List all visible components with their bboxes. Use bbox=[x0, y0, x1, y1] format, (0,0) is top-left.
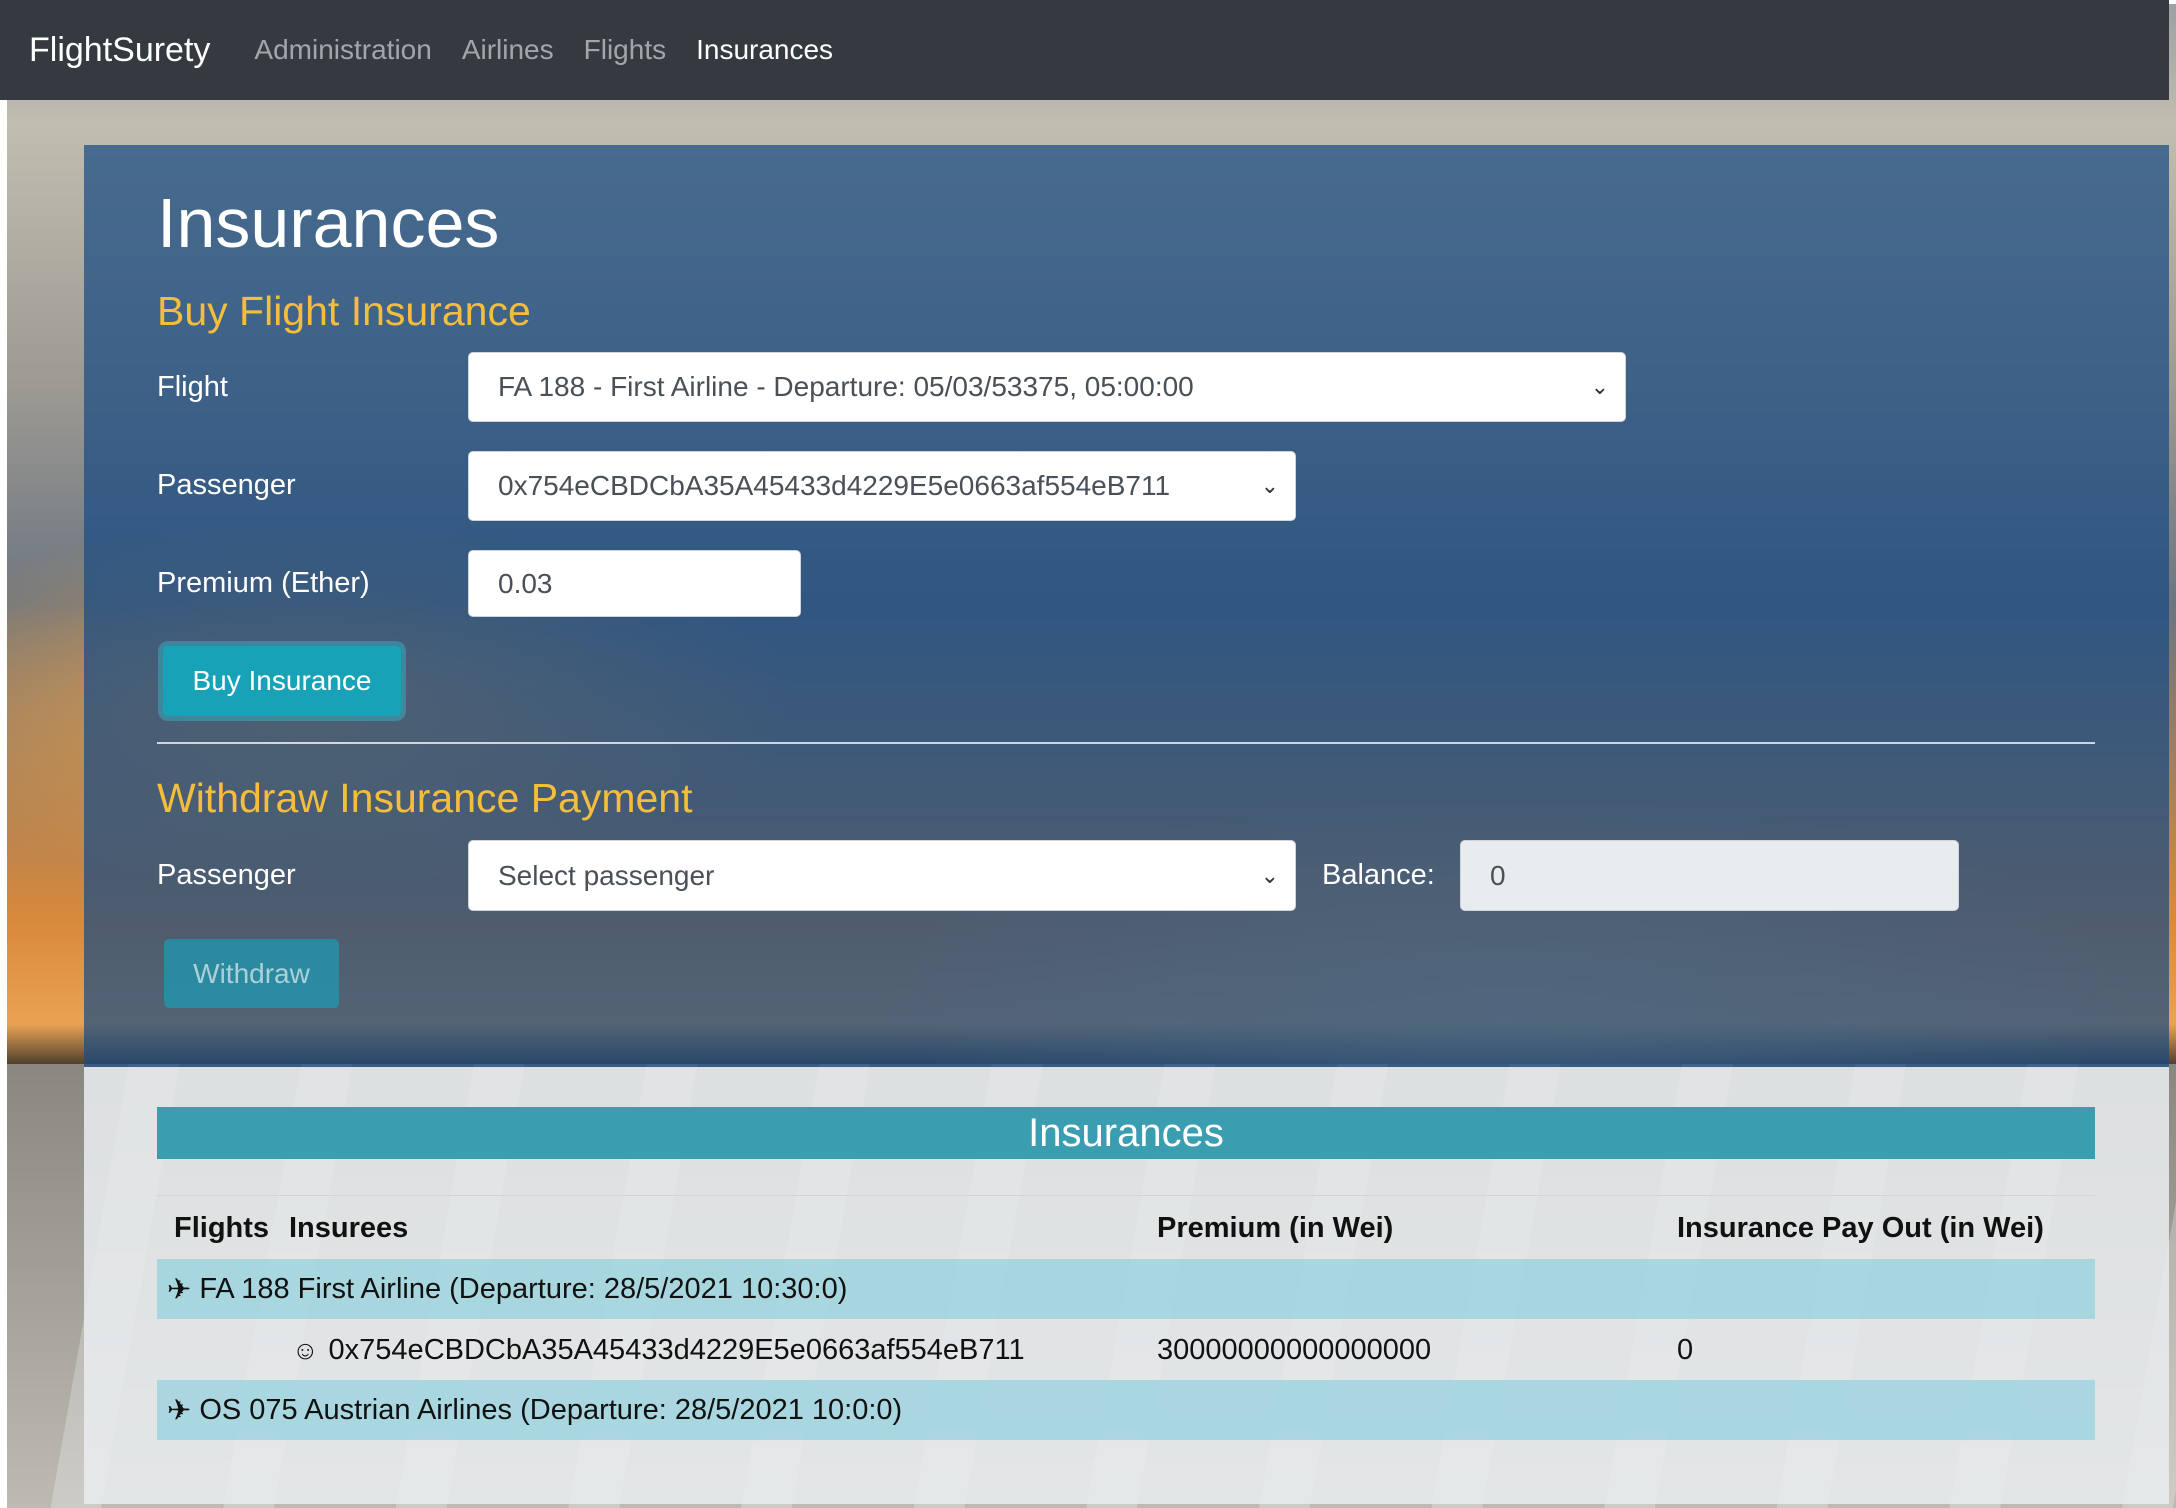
insuree-address: 0x754eCBDCbA35A45433d4229E5e0663af554eB7… bbox=[328, 1333, 1025, 1366]
table-row-insuree: ☺ 0x754eCBDCbA35A45433d4229E5e0663af554e… bbox=[157, 1320, 2095, 1380]
flight-select-value: FA 188 - First Airline - Departure: 05/0… bbox=[498, 371, 1194, 402]
nav-flights[interactable]: Flights bbox=[584, 34, 666, 66]
passenger-select[interactable]: 0x754eCBDCbA35A45433d4229E5e0663af554eB7… bbox=[468, 451, 1296, 521]
chevron-down-icon: ⌄ bbox=[1260, 473, 1279, 498]
th-insurees: Insurees bbox=[289, 1212, 409, 1244]
plane-icon: ✈ bbox=[167, 1273, 192, 1306]
table-row-flight: ✈ OS 075 Austrian Airlines (Departure: 2… bbox=[157, 1380, 2095, 1440]
table-title: Insurances bbox=[157, 1107, 2095, 1159]
buy-insurance-heading: Buy Flight Insurance bbox=[157, 288, 531, 334]
table-row-flight: ✈ FA 188 First Airline (Departure: 28/5/… bbox=[157, 1259, 2095, 1319]
balance-value: 0 bbox=[1490, 859, 1506, 891]
flight-label: Flight bbox=[157, 371, 228, 403]
page-title: Insurances bbox=[157, 184, 500, 262]
premium-label: Premium (Ether) bbox=[157, 567, 370, 599]
chevron-down-icon: ⌄ bbox=[1590, 374, 1609, 399]
withdraw-passenger-select[interactable]: Select passenger ⌄ bbox=[468, 840, 1296, 911]
insurance-form-panel bbox=[84, 145, 2169, 1067]
passenger-label: Passenger bbox=[157, 469, 296, 501]
navbar: FlightSurety Administration Airlines Fli… bbox=[0, 0, 2169, 100]
nav-insurances[interactable]: Insurances bbox=[696, 34, 833, 66]
flight-select[interactable]: FA 188 - First Airline - Departure: 05/0… bbox=[468, 352, 1626, 422]
withdraw-passenger-label: Passenger bbox=[157, 859, 296, 891]
th-flights: Flights bbox=[174, 1212, 270, 1244]
chevron-down-icon: ⌄ bbox=[1260, 862, 1279, 888]
withdraw-heading: Withdraw Insurance Payment bbox=[157, 775, 693, 821]
premium-input[interactable]: 0.03 bbox=[468, 550, 801, 617]
table-header-border bbox=[157, 1195, 2095, 1196]
flight-row-label: OS 075 Austrian Airlines (Departure: 28/… bbox=[199, 1393, 903, 1426]
passenger-select-value: 0x754eCBDCbA35A45433d4229E5e0663af554eB7… bbox=[498, 470, 1171, 501]
th-payout: Insurance Pay Out (in Wei) bbox=[1677, 1212, 2044, 1244]
insuree-premium: 30000000000000000 bbox=[1157, 1333, 1432, 1366]
person-icon: ☺ bbox=[292, 1334, 319, 1365]
flight-row-label: FA 188 First Airline (Departure: 28/5/20… bbox=[199, 1272, 848, 1305]
withdraw-passenger-value: Select passenger bbox=[498, 859, 715, 891]
th-premium: Premium (in Wei) bbox=[1157, 1212, 1394, 1244]
brand-link[interactable]: FlightSurety bbox=[29, 31, 210, 70]
nav-administration[interactable]: Administration bbox=[254, 34, 431, 66]
nav-airlines[interactable]: Airlines bbox=[462, 34, 554, 66]
balance-field: 0 bbox=[1460, 840, 1959, 911]
buy-insurance-button[interactable]: Buy Insurance bbox=[163, 646, 401, 716]
premium-input-value: 0.03 bbox=[498, 567, 553, 599]
plane-icon: ✈ bbox=[167, 1394, 192, 1427]
section-divider bbox=[157, 742, 2095, 744]
withdraw-button[interactable]: Withdraw bbox=[164, 939, 339, 1008]
balance-label: Balance: bbox=[1322, 859, 1435, 891]
insuree-payout: 0 bbox=[1677, 1333, 1694, 1366]
